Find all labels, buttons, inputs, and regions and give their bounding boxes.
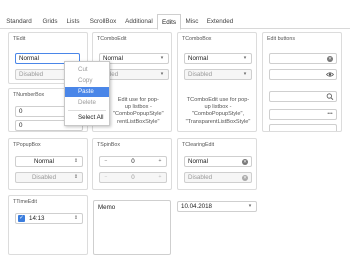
ttimeedit-title: TTimeEdit <box>13 199 37 205</box>
edits-page: TEdit Normal Disabled TComboEdit Normal … <box>6 30 344 258</box>
plus-icon[interactable]: + <box>156 157 164 166</box>
tclearingedit-value: Normal <box>188 158 208 165</box>
note-line: "ComboPopupStyle" <box>113 111 164 118</box>
tspinbox-disabled-value: 0 <box>131 174 135 181</box>
memo-textarea[interactable]: Memo <box>93 200 171 255</box>
chevron-down-icon[interactable]: ▾ <box>246 202 254 211</box>
chevron-down-icon[interactable]: ▾ <box>158 54 166 63</box>
note-line: "ComboPopupStyle", <box>191 111 245 118</box>
eye-icon[interactable] <box>326 70 334 79</box>
tcombobox-normal[interactable]: Normal ▾ <box>184 53 252 64</box>
tclearingedit-title: TClearingEdit <box>182 142 215 148</box>
tcombobox-disabled: Disabled ▾ <box>184 69 252 80</box>
menu-item-paste[interactable]: Paste <box>65 87 109 97</box>
plus-icon: + <box>158 174 162 180</box>
clear-icon[interactable]: ✕ <box>327 55 333 62</box>
note-line: Edit use for pop- <box>117 97 159 103</box>
clear-icon: ✕ <box>242 174 248 181</box>
tcombobox-value: Normal <box>188 55 208 62</box>
menu-separator <box>68 110 106 111</box>
chevron-down-icon: ▾ <box>243 71 247 77</box>
tpopupbox-disabled: Disabled ⇕ <box>15 172 83 183</box>
tab-additional[interactable]: Additional <box>122 14 156 29</box>
chevron-updown-icon: ⇕ <box>73 174 79 180</box>
chevron-down-icon: ▾ <box>160 71 164 77</box>
tedit-title: TEdit <box>13 36 26 42</box>
tcomboedit-note: Edit use for pop- up listbox - "ComboPop… <box>113 97 164 126</box>
menu-item-cut[interactable]: Cut <box>65 65 109 75</box>
tab-scrollbox[interactable]: ScrollBox <box>85 14 121 29</box>
tspinbox-title: TSpinBox <box>97 142 120 148</box>
edit-buttons-group: Edit buttons ✕ ••• <box>262 32 342 132</box>
ttimeedit-value: 14:13 <box>29 215 45 222</box>
tnumberbox-title: TNumberBox <box>13 92 45 98</box>
edit-buttons-title: Edit buttons <box>267 36 295 42</box>
note-line: TComboEdit use for pop- <box>186 97 250 103</box>
tspinbox-group: TSpinBox − 0 + − 0 + <box>92 138 172 190</box>
tpopupbox-normal[interactable]: Normal ⇕ <box>15 156 83 167</box>
tclearingedit-group: TClearingEdit Normal ✕ Disabled ✕ <box>177 138 257 190</box>
tab-bar: Standard Grids Lists ScrollBox Additiona… <box>0 14 350 30</box>
tpopupbox-value: Normal <box>34 158 54 165</box>
note-line: up listbox - <box>204 104 232 111</box>
tpopupbox-title: TPopupBox <box>13 142 41 148</box>
edit-with-clear-button[interactable]: ✕ <box>269 53 337 64</box>
chevron-updown-icon[interactable]: ⇕ <box>72 214 80 223</box>
clear-icon[interactable]: ✕ <box>242 158 248 165</box>
edit-with-dropdown-button[interactable] <box>269 124 337 131</box>
tspinbox-value: 0 <box>131 158 135 165</box>
tab-standard[interactable]: Standard <box>2 14 36 29</box>
chevron-down-icon[interactable]: ▾ <box>241 54 249 63</box>
tclearingedit-disabled-value: Disabled <box>188 174 213 181</box>
tab-extended[interactable]: Extended <box>204 14 236 29</box>
tcomboedit-title: TComboEdit <box>97 36 127 42</box>
note-line: rentListBoxStyle" <box>117 118 160 125</box>
chevron-updown-icon[interactable]: ⇕ <box>72 157 80 166</box>
menu-item-copy[interactable]: Copy <box>65 76 109 86</box>
search-icon[interactable] <box>326 92 334 101</box>
ttimeedit-input[interactable]: ✓ 14:13 ⇕ <box>15 213 83 224</box>
tspinbox-disabled: − 0 + <box>99 172 167 183</box>
note-line: "TransparentListBoxStyle" <box>185 118 251 125</box>
edit-with-search-button[interactable] <box>269 91 337 102</box>
menu-item-delete[interactable]: Delete <box>65 98 109 108</box>
edit-context-menu: Cut Copy Paste Delete Select All <box>64 61 110 126</box>
ellipsis-icon[interactable]: ••• <box>326 110 334 119</box>
tpopupbox-disabled-value: Disabled <box>31 174 57 181</box>
note-line: up listbox - <box>124 104 152 111</box>
date-edit-value: 10.04.2018 <box>181 203 212 210</box>
tab-lists[interactable]: Lists <box>63 14 83 29</box>
edit-with-eye-button[interactable] <box>269 69 337 80</box>
tcombobox-title: TComboBox <box>182 36 212 42</box>
date-edit-input[interactable]: 10.04.2018 ▾ <box>177 201 257 212</box>
tcombobox-note: TComboEdit use for pop- up listbox - "Co… <box>180 97 256 126</box>
edit-with-ellipsis-button[interactable]: ••• <box>269 109 337 120</box>
tcombobox-disabled-value: Disabled <box>188 71 213 78</box>
minus-icon[interactable]: − <box>102 157 110 166</box>
tab-misc[interactable]: Misc <box>182 14 202 29</box>
tclearingedit-normal[interactable]: Normal ✕ <box>184 156 252 167</box>
tab-grids[interactable]: Grids <box>38 14 62 29</box>
tab-edits[interactable]: Edits <box>157 14 181 30</box>
tpopupbox-group: TPopupBox Normal ⇕ Disabled ⇕ <box>8 138 88 190</box>
minus-icon: − <box>104 174 108 180</box>
ttimeedit-group: TTimeEdit ✓ 14:13 ⇕ <box>8 195 88 255</box>
tspinbox-normal[interactable]: − 0 + <box>99 156 167 167</box>
tcombobox-group: TComboBox Normal ▾ Disabled ▾ TComboEdit… <box>177 32 257 132</box>
checkbox-checked-icon[interactable]: ✓ <box>18 215 25 222</box>
menu-item-select-all[interactable]: Select All <box>65 113 109 123</box>
tclearingedit-disabled: Disabled ✕ <box>184 172 252 183</box>
